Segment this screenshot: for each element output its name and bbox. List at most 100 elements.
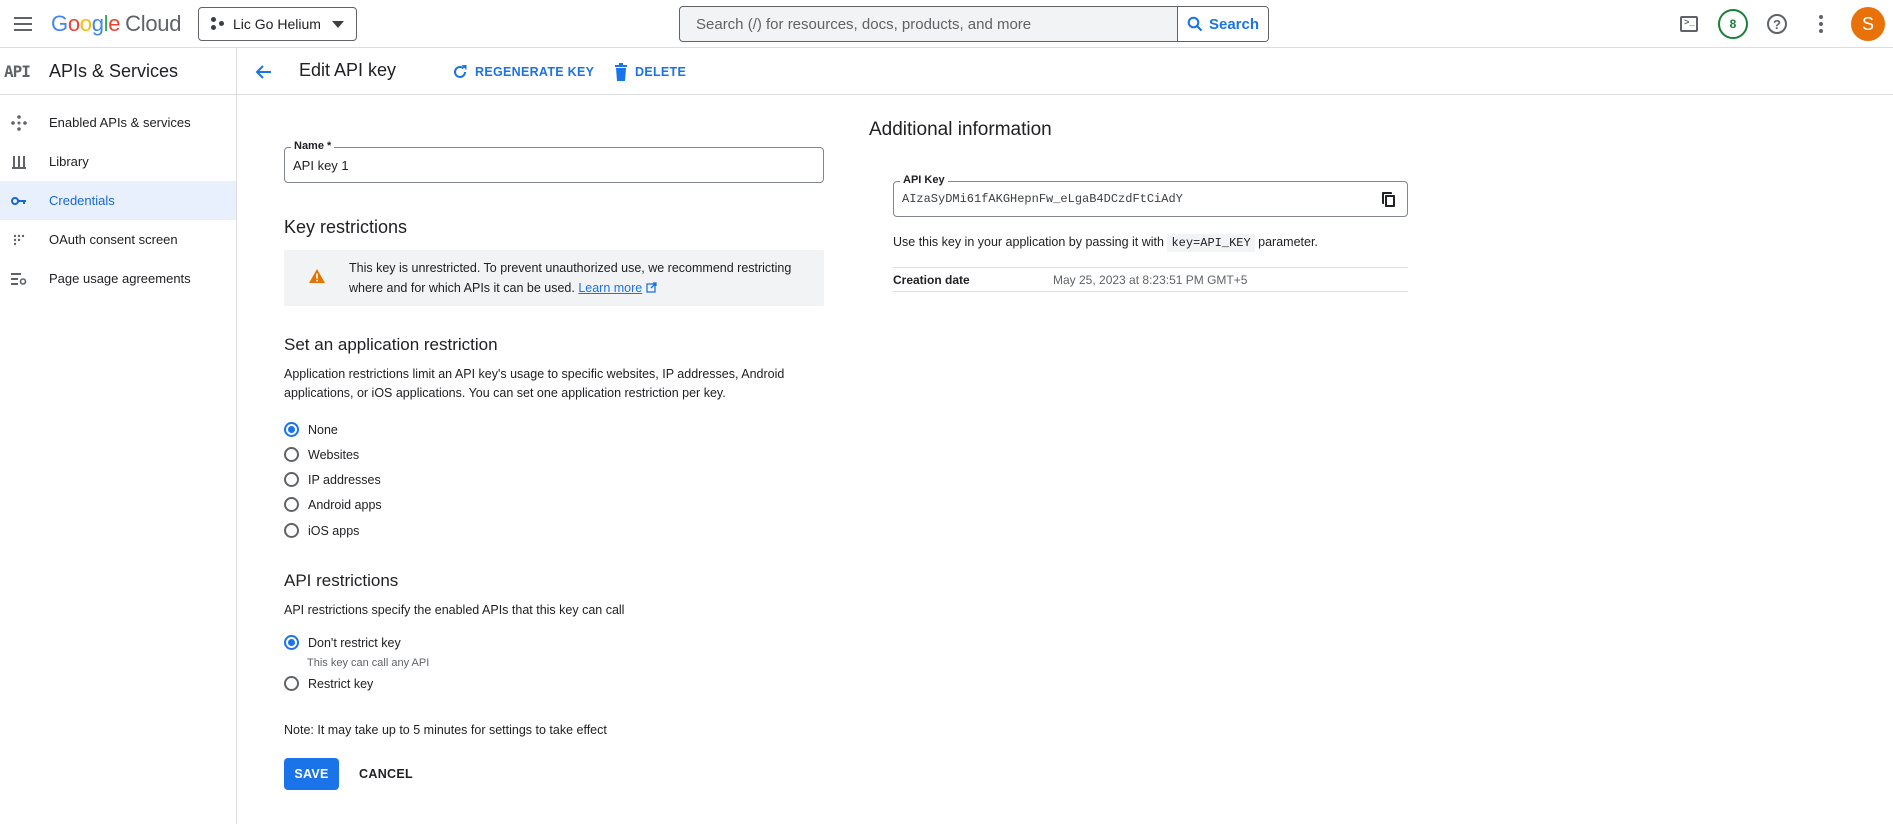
notification-badge: 8 (1718, 9, 1748, 39)
radio-button (284, 422, 299, 437)
sidebar-item-label: OAuth consent screen (49, 232, 178, 247)
top-bar: GoogleCloud Lic Go Helium Search >_ 8 ? … (0, 0, 1893, 48)
sidebar-item-label: Library (49, 154, 89, 169)
learn-more-label: Learn more (578, 281, 643, 295)
radio-sub-label: This key can call any API (307, 657, 430, 669)
warning-banner: This key is unrestricted. To prevent una… (284, 250, 824, 306)
additional-info-heading: Additional information (869, 119, 1052, 140)
project-icon (211, 17, 225, 31)
app-restriction-description: Application restrictions limit an API ke… (284, 367, 785, 400)
radio-label: Restrict key (308, 676, 374, 691)
help-button[interactable]: ? (1755, 0, 1799, 48)
cloud-shell-button[interactable]: >_ (1667, 0, 1711, 48)
main-content: Name * Key restrictions This key is unre… (238, 95, 1893, 824)
radio-app-ios[interactable]: iOS apps (284, 523, 359, 538)
radio-label: Android apps (308, 497, 382, 512)
diamond-dots-icon (10, 114, 28, 132)
radio-button (284, 523, 299, 538)
back-button[interactable] (252, 60, 276, 84)
api-logo-icon: API (4, 62, 31, 81)
library-icon (10, 153, 28, 171)
project-picker-button[interactable]: Lic Go Helium (198, 7, 357, 41)
project-name: Lic Go Helium (233, 16, 321, 32)
sidebar-item-library[interactable]: Library (0, 142, 236, 181)
radio-label: IP addresses (308, 472, 381, 487)
menu-icon[interactable] (8, 9, 38, 39)
radio-label: Websites (308, 447, 360, 462)
radio-label: Don't restrict key (308, 635, 401, 650)
warning-text: This key is unrestricted. To prevent una… (349, 258, 809, 298)
api-key-value[interactable]: AIzaSyDMi61fAKGHepnFw_eLgaB4DCzdFtCiAdY (902, 192, 1183, 206)
google-cloud-logo[interactable]: Google Cloud (51, 11, 181, 37)
account-button[interactable]: S (1843, 0, 1893, 48)
page-header: API APIs & Services Edit API key REGENER… (0, 48, 1893, 95)
refresh-icon (454, 65, 467, 78)
settings-list-icon (10, 270, 28, 288)
search-button-label: Search (1208, 15, 1260, 33)
name-field: Name * (284, 140, 824, 183)
delete-label: DELETE (635, 65, 687, 79)
search-bar: Search (679, 6, 1269, 42)
api-restrictions-heading: API restrictions (284, 571, 399, 590)
radio-api-dont-restrict[interactable]: Don't restrict key (284, 635, 401, 650)
radio-app-android[interactable]: Android apps (284, 497, 382, 512)
sidebar-item-page-usage[interactable]: Page usage agreements (0, 259, 236, 298)
creation-date-label: Creation date (893, 272, 970, 287)
copy-icon[interactable] (1381, 191, 1397, 207)
sidebar-item-label: Credentials (49, 193, 115, 208)
usage-prefix: Use this key in your application by pass… (893, 235, 1164, 249)
warning-message: This key is unrestricted. To prevent una… (349, 261, 792, 295)
more-vert-icon (1819, 15, 1823, 33)
sidebar-item-label: Page usage agreements (49, 271, 191, 286)
radio-app-ip-addresses[interactable]: IP addresses (284, 472, 381, 487)
key-restrictions-heading: Key restrictions (284, 217, 408, 237)
cloud-shell-icon: >_ (1680, 16, 1698, 32)
more-options-button[interactable] (1799, 0, 1843, 48)
page-title: Edit API key (299, 60, 397, 80)
radio-label: iOS apps (308, 523, 360, 538)
name-input[interactable] (285, 148, 823, 182)
search-button[interactable]: Search (1177, 7, 1268, 41)
help-icon: ? (1767, 14, 1787, 34)
name-field-label: Name * (291, 140, 335, 152)
regenerate-key-label: REGENERATE KEY (475, 65, 595, 79)
radio-button (284, 447, 299, 462)
learn-more-link[interactable]: Learn more (578, 281, 642, 295)
sidebar-item-enabled-apis[interactable]: Enabled APIs & services (0, 103, 236, 142)
radio-app-websites[interactable]: Websites (284, 447, 359, 462)
trash-icon (615, 63, 627, 81)
search-icon (1187, 16, 1203, 32)
product-title: API APIs & Services (0, 48, 237, 95)
warning-icon (309, 269, 325, 283)
top-actions: >_ 8 ? S (1667, 0, 1893, 48)
product-name: APIs & Services (49, 61, 179, 81)
api-key-usage-text: Use this key in your application by pass… (893, 233, 1318, 253)
settings-note: Note: It may take up to 5 minutes for se… (284, 723, 607, 737)
sidebar-item-label: Enabled APIs & services (49, 115, 191, 130)
app-restriction-heading: Set an application restriction (284, 335, 498, 354)
search-input[interactable] (680, 7, 1177, 41)
sidebar-item-oauth-consent[interactable]: OAuth consent screen (0, 220, 236, 259)
usage-suffix: parameter. (1258, 235, 1318, 249)
radio-api-restrict[interactable]: Restrict key (284, 676, 373, 691)
save-button[interactable]: SAVE (284, 758, 339, 790)
sidebar: Enabled APIs & services Library Credenti… (0, 95, 237, 824)
radio-label: None (308, 422, 338, 437)
api-key-label: API Key (900, 174, 948, 186)
radio-app-none[interactable]: None (284, 422, 338, 437)
key-icon (10, 192, 28, 210)
chevron-down-icon (332, 20, 344, 28)
api-restrictions-description: API restrictions specify the enabled API… (284, 603, 625, 617)
regenerate-key-button[interactable]: REGENERATE KEY (451, 59, 594, 85)
sidebar-item-credentials[interactable]: Credentials (0, 181, 236, 220)
creation-date-value: May 25, 2023 at 8:23:51 PM GMT+5 (1053, 272, 1248, 287)
avatar: S (1851, 7, 1885, 41)
delete-button[interactable]: DELETE (613, 59, 686, 85)
radio-button (284, 676, 299, 691)
arrow-back-icon (255, 65, 271, 79)
radio-button (284, 497, 299, 512)
grid-dots-icon (10, 231, 28, 249)
notifications-button[interactable]: 8 (1711, 0, 1755, 48)
cancel-button[interactable]: CANCEL (350, 758, 422, 790)
external-link-icon (646, 282, 657, 293)
